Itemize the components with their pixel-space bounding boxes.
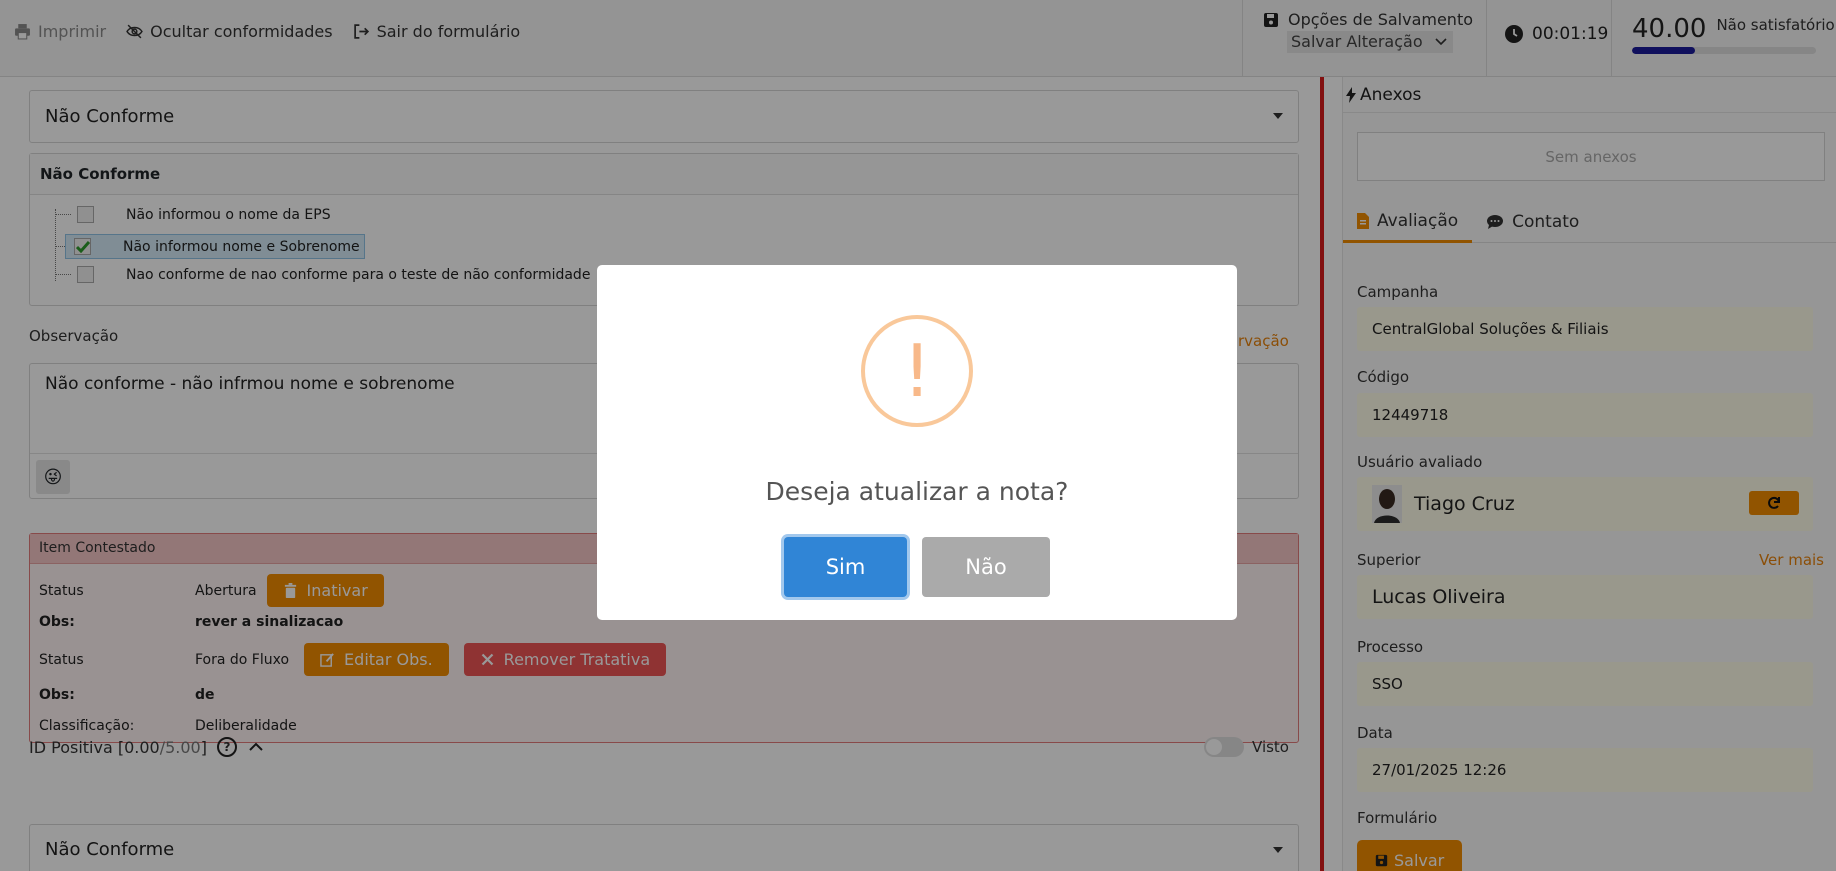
confirm-dialog: ! Deseja atualizar a nota? Sim Não [597,265,1237,620]
confirm-yes-button[interactable]: Sim [784,537,907,597]
confirm-no-button[interactable]: Não [922,537,1050,597]
dialog-title: Deseja atualizar a nota? [765,477,1069,506]
warning-icon: ! [861,315,973,427]
